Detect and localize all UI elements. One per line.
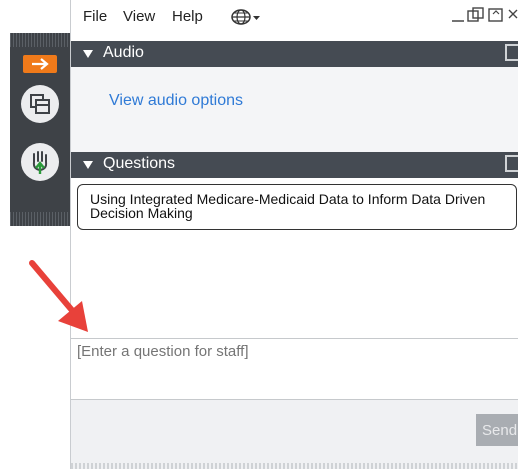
- maximize-icon[interactable]: [487, 6, 505, 28]
- side-dock: [10, 33, 70, 226]
- right-arrow-icon: [32, 58, 49, 70]
- dock-grip-top[interactable]: [10, 33, 70, 47]
- questions-footer: Send: [71, 400, 518, 469]
- popout-icon[interactable]: [505, 44, 518, 61]
- view-audio-options-link[interactable]: View audio options: [109, 92, 243, 110]
- questions-section-header[interactable]: Questions: [71, 152, 518, 178]
- popout-icon[interactable]: [505, 155, 518, 172]
- session-title-box: Using Integrated Medicare-Medicaid Data …: [77, 184, 517, 230]
- globe-icon: [231, 9, 260, 25]
- session-title: Using Integrated Medicare-Medicaid Data …: [90, 191, 486, 221]
- resize-grip[interactable]: [71, 463, 518, 469]
- menu-file[interactable]: File: [83, 8, 107, 25]
- questions-header-label: Questions: [103, 155, 176, 172]
- screen-share-button[interactable]: [21, 85, 59, 123]
- menu-bar: File View Help: [71, 0, 518, 34]
- close-icon[interactable]: [508, 6, 518, 28]
- collapse-triangle-icon[interactable]: [83, 50, 93, 58]
- restore-icon[interactable]: [467, 6, 485, 28]
- question-input-area[interactable]: [71, 338, 518, 400]
- menu-view[interactable]: View: [123, 8, 155, 25]
- question-input[interactable]: [77, 343, 517, 393]
- menu-help[interactable]: Help: [172, 8, 203, 25]
- raise-hand-icon: [32, 151, 48, 174]
- dock-grip-bottom[interactable]: [10, 212, 70, 226]
- language-menu[interactable]: [231, 8, 261, 30]
- control-panel: File View Help Audio View audio options …: [70, 0, 518, 469]
- send-button[interactable]: Send: [476, 414, 518, 446]
- raise-hand-button[interactable]: [21, 143, 59, 181]
- screen-share-icon: [30, 94, 50, 114]
- audio-section-body: View audio options: [71, 67, 518, 152]
- minimize-icon[interactable]: [451, 6, 465, 28]
- audio-section-header[interactable]: Audio: [71, 41, 518, 67]
- audio-header-label: Audio: [103, 44, 144, 61]
- collapse-panel-button[interactable]: [23, 55, 57, 73]
- questions-log[interactable]: Using Integrated Medicare-Medicaid Data …: [71, 178, 518, 338]
- collapse-triangle-icon[interactable]: [83, 161, 93, 169]
